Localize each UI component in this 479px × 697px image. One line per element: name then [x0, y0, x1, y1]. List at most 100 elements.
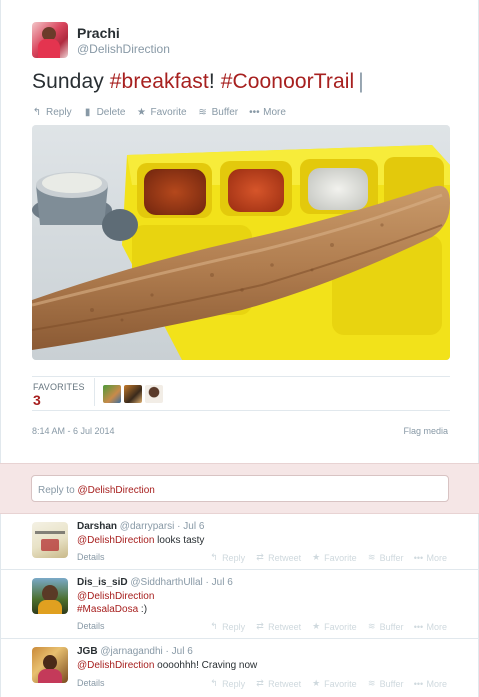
reply-author-name[interactable]: JGB [77, 646, 98, 657]
reply-input-mention: @DelishDirection [77, 485, 155, 496]
flag-media-link[interactable]: Flag media [403, 426, 448, 436]
reply-avatar[interactable] [32, 647, 68, 683]
tweet-timestamp[interactable]: 8:14 AM - 6 Jul 2014 [32, 426, 115, 436]
tweet-text-bang: ! [208, 70, 221, 93]
stats-separator [94, 378, 95, 406]
reply-header: Darshan @darryparsi · Jul 6 [77, 521, 204, 532]
tweet-permalink: Prachi @DelishDirection Sunday #breakfas… [0, 0, 479, 463]
reply-tweet[interactable]: Darshan @darryparsi · Jul 6 @DelishDirec… [0, 514, 479, 570]
reply-text: @DelishDirection #MasalaDosa :) [77, 590, 154, 616]
tweet-text: Sunday #breakfast! #CoonoorTrail | [32, 70, 364, 94]
reply-details-link[interactable]: Details [77, 678, 105, 688]
buffer-button[interactable]: ≋ Buffer [367, 621, 404, 632]
buffer-label: Buffer [379, 621, 404, 632]
reply-mention[interactable]: @DelishDirection [77, 660, 154, 671]
reply-header: JGB @jarnagandhi · Jul 6 [77, 646, 193, 657]
reply-meta[interactable]: @jarnagandhi · Jul 6 [100, 646, 192, 657]
reply-mention[interactable]: @DelishDirection [77, 591, 154, 602]
masala-dosa-photo [32, 125, 450, 360]
tweet-photo[interactable] [32, 125, 450, 360]
hashtag-coonoortrail[interactable]: #CoonoorTrail [221, 70, 355, 93]
author-fullname[interactable]: Prachi [77, 25, 120, 41]
reply-text-body: :) [138, 604, 148, 615]
reply-mention[interactable]: @DelishDirection [77, 535, 154, 546]
favoriter-avatar[interactable] [103, 385, 121, 403]
reply-actions: ↰ Reply ⇄ Retweet ★ Favorite ≋ Buffer ••• Mor… [199, 552, 447, 563]
retweet-icon: ⇄ [256, 552, 264, 562]
favorites-count[interactable]: 3 [33, 392, 41, 408]
ellipsis-icon: ••• [413, 678, 424, 689]
reply-text-body: oooohhh! Craving now [154, 660, 258, 671]
reply-text: @DelishDirection oooohhh! Craving now [77, 659, 257, 672]
reply-input[interactable]: Reply to @DelishDirection [31, 475, 449, 502]
buffer-label: Buffer [379, 552, 404, 563]
buffer-label: Buffer [379, 678, 404, 689]
buffer-icon: ≋ [367, 621, 376, 631]
favorite-button[interactable]: ★ Favorite [136, 107, 187, 118]
stats-divider-bottom [32, 410, 450, 411]
retweet-icon: ⇄ [256, 621, 264, 631]
more-button[interactable]: ••• More [413, 552, 447, 563]
reply-icon: ↰ [210, 552, 218, 562]
reply-tweet[interactable]: Dis_is_siD @SiddharthUllal · Jul 6 @Deli… [0, 570, 479, 639]
reply-details-link[interactable]: Details [77, 621, 105, 631]
author-username[interactable]: @DelishDirection [77, 42, 170, 56]
reply-box-area: Reply to @DelishDirection [0, 463, 479, 514]
ellipsis-icon: ••• [413, 621, 424, 632]
star-icon: ★ [312, 621, 321, 631]
reply-meta[interactable]: @darryparsi · Jul 6 [120, 521, 205, 532]
buffer-button[interactable]: ≋ Buffer [367, 678, 404, 689]
more-button[interactable]: ••• More [413, 678, 447, 689]
reply-actions: ↰ Reply ⇄ Retweet ★ Favorite ≋ Buffer ••• Mor… [199, 678, 447, 689]
reply-input-prefix: Reply to [38, 485, 78, 496]
reply-meta[interactable]: @SiddharthUllal · Jul 6 [130, 577, 232, 588]
more-label: More [426, 621, 447, 632]
reply-reply-button[interactable]: ↰ Reply [209, 552, 245, 563]
ellipsis-icon: ••• [413, 552, 424, 563]
retweet-button[interactable]: ⇄ Retweet [255, 552, 301, 563]
reply-label: Reply [222, 552, 246, 563]
more-label: More [426, 552, 447, 563]
reply-text: @DelishDirection looks tasty [77, 534, 204, 547]
reply-reply-button[interactable]: ↰ Reply [209, 678, 245, 689]
buffer-button[interactable]: ≋ Buffer [367, 552, 404, 563]
buffer-button[interactable]: ≋ Buffer [198, 107, 238, 118]
favorite-label: Favorite [324, 621, 357, 632]
buffer-icon: ≋ [367, 678, 376, 688]
reply-avatar[interactable] [32, 578, 68, 614]
favoriter-avatar[interactable] [124, 385, 142, 403]
favoriter-avatar[interactable] [145, 385, 163, 403]
retweet-button[interactable]: ⇄ Retweet [255, 621, 301, 632]
hashtag-breakfast[interactable]: #breakfast [110, 70, 209, 93]
retweet-icon: ⇄ [256, 678, 264, 688]
reply-label: Reply [222, 621, 246, 632]
reply-actions: ↰ Reply ⇄ Retweet ★ Favorite ≋ Buffer ••• Mor… [199, 621, 447, 632]
delete-button[interactable]: ▮ Delete [83, 107, 126, 118]
retweet-label: Retweet [268, 621, 302, 632]
more-label: More [263, 107, 286, 118]
reply-author-name[interactable]: Dis_is_siD [77, 577, 128, 588]
favorite-button[interactable]: ★ Favorite [311, 621, 357, 632]
ellipsis-icon: ••• [249, 107, 260, 118]
retweet-button[interactable]: ⇄ Retweet [255, 678, 301, 689]
favorite-button[interactable]: ★ Favorite [311, 552, 357, 563]
reply-label: Reply [222, 678, 246, 689]
reply-hashtag[interactable]: #MasalaDosa [77, 604, 138, 615]
favorite-label: Favorite [150, 107, 187, 118]
reply-author-name[interactable]: Darshan [77, 521, 117, 532]
tweet-actions: ↰ Reply ▮ Delete ★ Favorite ≋ Buffer ••• More [32, 107, 297, 118]
reply-details-link[interactable]: Details [77, 552, 105, 562]
tweet-stats: FAVORITES 3 [32, 376, 450, 410]
favorite-button[interactable]: ★ Favorite [311, 678, 357, 689]
reply-tweet[interactable]: JGB @jarnagandhi · Jul 6 @DelishDirectio… [0, 639, 479, 697]
reply-reply-button[interactable]: ↰ Reply [209, 621, 245, 632]
reply-avatar[interactable] [32, 522, 68, 558]
tweet-text-plain: Sunday [32, 70, 110, 93]
author-avatar[interactable] [32, 22, 68, 58]
reply-button[interactable]: ↰ Reply [32, 107, 72, 118]
reply-header: Dis_is_siD @SiddharthUllal · Jul 6 [77, 577, 233, 588]
more-button[interactable]: ••• More [249, 107, 286, 118]
reply-icon: ↰ [210, 621, 218, 631]
favorite-label: Favorite [324, 678, 357, 689]
more-button[interactable]: ••• More [413, 621, 447, 632]
